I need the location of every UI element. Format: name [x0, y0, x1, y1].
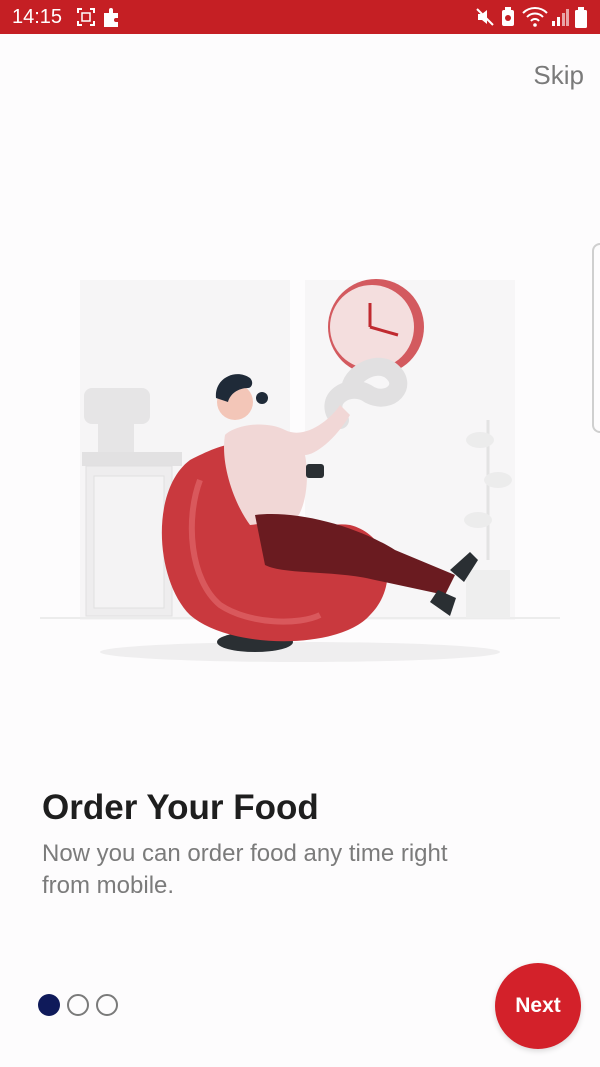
screenshot-icon — [77, 8, 95, 26]
mute-icon — [476, 8, 494, 26]
status-bar: 14:15 — [0, 0, 600, 34]
battery-icon — [575, 7, 587, 28]
man-relaxing-in-armchair-illustration — [40, 279, 560, 662]
edge-panel-handle[interactable] — [592, 243, 600, 433]
skip-button[interactable]: Skip — [533, 60, 584, 91]
status-time: 14:15 — [12, 6, 63, 28]
onboarding-title: Order Your Food — [42, 788, 319, 827]
battery-saver-icon — [502, 7, 514, 26]
next-button[interactable]: Next — [495, 963, 581, 1049]
page-dot-2 — [67, 994, 89, 1016]
page-dot-3 — [96, 994, 118, 1016]
page-dot-1 — [38, 994, 60, 1016]
wifi-icon — [522, 7, 548, 27]
onboarding-description: Now you can order food any time right fr… — [42, 840, 448, 899]
puzzle-icon — [104, 8, 118, 27]
signal-icon — [552, 9, 569, 26]
